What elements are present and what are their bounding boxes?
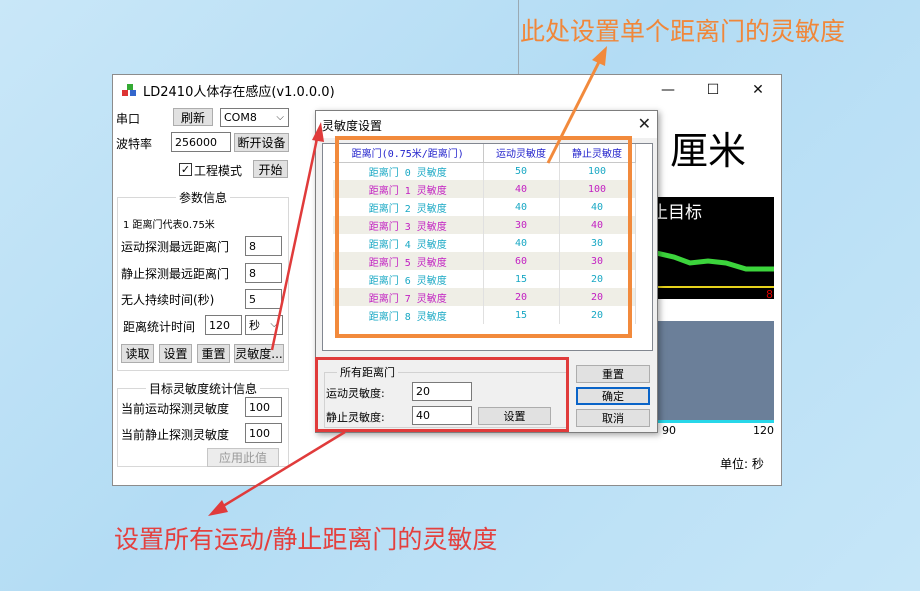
dialog-title-bar: 灵敏度设置 ✕ bbox=[316, 111, 657, 138]
app-icon bbox=[122, 84, 136, 96]
current-motion-label: 当前运动探测灵敏度 bbox=[121, 402, 230, 416]
dist-stat-unit: 秒 bbox=[249, 319, 260, 332]
distance-unit: 厘米 bbox=[670, 129, 747, 173]
port-select[interactable]: COM8 ⌵ bbox=[220, 108, 289, 127]
tick-label: 4 bbox=[678, 288, 685, 301]
cancel-button[interactable]: 取消 bbox=[576, 409, 650, 427]
apply-button[interactable]: 应用此值 bbox=[207, 448, 279, 467]
dialog-title: 灵敏度设置 bbox=[322, 119, 383, 133]
disconnect-button[interactable]: 断开设备 bbox=[234, 133, 289, 152]
annotation-single-gate: 此处设置单个距离门的灵敏度 bbox=[520, 17, 846, 46]
chevron-down-icon: ⌵ bbox=[270, 319, 278, 330]
baud-input[interactable]: 256000 bbox=[171, 132, 231, 152]
reset-button[interactable]: 重置 bbox=[197, 344, 230, 363]
gate-note: 1 距离门代表0.75米 bbox=[123, 220, 215, 231]
port-label: 串口 bbox=[116, 112, 141, 126]
engineering-mode-checkbox[interactable]: ✓ bbox=[179, 163, 192, 176]
start-button[interactable]: 开始 bbox=[253, 160, 288, 178]
dialog-close-button[interactable]: ✕ bbox=[638, 114, 651, 133]
close-button[interactable]: ✕ bbox=[735, 75, 781, 105]
read-button[interactable]: 读取 bbox=[121, 344, 154, 363]
chevron-down-icon: ⌵ bbox=[276, 112, 284, 123]
no-one-input[interactable]: 5 bbox=[245, 289, 282, 309]
left-panel: 串口 刷新 COM8 ⌵ 波特率 256000 断开设备 ✓ 工程模式 开始 参… bbox=[113, 105, 293, 485]
minimize-button[interactable]: — bbox=[645, 75, 691, 105]
tick-label: 8 bbox=[766, 288, 773, 301]
motion-max-input[interactable]: 8 bbox=[245, 236, 282, 256]
set-button[interactable]: 设置 bbox=[159, 344, 192, 363]
ok-button[interactable]: 确定 bbox=[576, 387, 650, 405]
title-bar: LD2410人体存在感应(v1.0.0.0) — ☐ ✕ bbox=[113, 75, 781, 105]
tick-label: 7 bbox=[750, 288, 757, 301]
time-unit-label: 单位: 秒 bbox=[720, 457, 764, 471]
x-tick: 120 bbox=[753, 424, 774, 437]
current-static-label: 当前静止探测灵敏度 bbox=[121, 428, 230, 442]
dist-stat-unit-select[interactable]: 秒 ⌵ bbox=[245, 315, 283, 335]
tick-label: 5 bbox=[702, 288, 709, 301]
engineering-mode-label: 工程模式 bbox=[194, 164, 243, 178]
annotation-all-gates: 设置所有运动/静止距离门的灵敏度 bbox=[114, 525, 498, 554]
tick-label: 6 bbox=[726, 288, 733, 301]
baud-label: 波特率 bbox=[116, 137, 153, 151]
all-gates-highlight bbox=[315, 357, 569, 432]
tick-3: 3 bbox=[657, 288, 664, 301]
refresh-button[interactable]: 刷新 bbox=[173, 108, 213, 126]
current-motion-value: 100 bbox=[245, 397, 282, 417]
maximize-button[interactable]: ☐ bbox=[690, 75, 736, 105]
chart-title-fragment: 止目标 bbox=[651, 203, 702, 223]
divider-line bbox=[518, 0, 519, 74]
target-stats-title: 目标灵敏度统计信息 bbox=[146, 380, 261, 397]
time-series bbox=[656, 420, 774, 423]
static-max-label: 静止探测最远距离门 bbox=[121, 267, 230, 281]
motion-max-label: 运动探测最远距离门 bbox=[121, 240, 230, 254]
sensitivity-button[interactable]: 灵敏度... bbox=[234, 344, 284, 363]
time-chart bbox=[656, 321, 774, 421]
static-max-input[interactable]: 8 bbox=[245, 263, 282, 283]
window-title: LD2410人体存在感应(v1.0.0.0) bbox=[143, 85, 335, 100]
port-value: COM8 bbox=[224, 111, 257, 124]
current-static-value: 100 bbox=[245, 423, 282, 443]
no-one-label: 无人持续时间(秒) bbox=[121, 293, 215, 307]
single-gate-highlight bbox=[335, 136, 632, 338]
x-tick: 90 bbox=[662, 424, 676, 437]
dist-stat-input[interactable]: 120 bbox=[205, 315, 242, 335]
dialog-reset-button[interactable]: 重置 bbox=[576, 365, 650, 383]
params-title: 参数信息 bbox=[176, 189, 231, 206]
dist-stat-label: 距离统计时间 bbox=[123, 320, 196, 334]
